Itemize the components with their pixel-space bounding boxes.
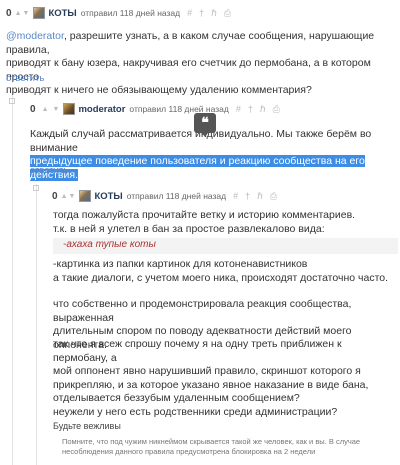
permalink-icon[interactable]: # bbox=[236, 104, 241, 114]
quote-selection-icon[interactable]: ❝ bbox=[194, 113, 216, 137]
permalink-icon[interactable]: # bbox=[233, 191, 238, 201]
comment3-body-part5: неужели у него есть родственники среди а… bbox=[53, 406, 338, 418]
flag-icon[interactable]: † bbox=[245, 191, 250, 201]
comment1-rating: 0 bbox=[6, 7, 12, 19]
comment2-header: 0 ▲ ▼ moderator отправил 118 дней назад … bbox=[30, 103, 280, 115]
collapse-toggle-2[interactable] bbox=[33, 185, 39, 191]
downvote-icon[interactable]: ▼ bbox=[53, 106, 60, 113]
save-icon[interactable]: ⎙ bbox=[270, 191, 277, 202]
comment1-body: @moderator, разрешите узнать, а в каком … bbox=[6, 30, 375, 96]
thread-line-level1 bbox=[12, 92, 13, 465]
permalink-icon[interactable]: # bbox=[187, 8, 192, 18]
comment3-body-part4: так что я всеж спрошу почему я на одну т… bbox=[53, 338, 369, 404]
collapse-toggle-1[interactable] bbox=[9, 98, 15, 104]
save-icon[interactable]: ⎙ bbox=[224, 8, 231, 19]
comment1-header: 0 ▲ ▼ КОТЫ отправил 118 дней назад # † ℏ… bbox=[6, 7, 231, 19]
avatar[interactable] bbox=[63, 103, 76, 115]
comment2-username[interactable]: moderator bbox=[78, 104, 125, 115]
comment3-timestamp[interactable]: отправил 118 дней назад bbox=[127, 191, 226, 201]
save-icon[interactable]: ⎙ bbox=[273, 104, 280, 115]
comment2-rating: 0 bbox=[30, 103, 36, 115]
rule-title: Будьте вежливы bbox=[53, 421, 121, 431]
comment1-timestamp[interactable]: отправил 118 дней назад bbox=[81, 8, 180, 18]
comment1-username[interactable]: КОТЫ bbox=[48, 8, 76, 19]
upvote-icon[interactable]: ▲ bbox=[15, 10, 22, 17]
thread-line-level2 bbox=[36, 184, 37, 465]
comment2-reply-link[interactable]: ответить bbox=[30, 165, 68, 176]
rule-description: Помните, что под чужим никнеймом скрывае… bbox=[62, 437, 361, 456]
hide-icon[interactable]: ℏ bbox=[257, 191, 263, 202]
comment3-header: 0 ▲ ▼ КОТЫ отправил 118 дней назад # † ℏ… bbox=[52, 190, 277, 202]
downvote-icon[interactable]: ▼ bbox=[23, 10, 30, 17]
avatar[interactable] bbox=[79, 190, 92, 202]
upvote-icon[interactable]: ▲ bbox=[61, 193, 68, 200]
comment2-body: Каждый случай рассматривается индивидуал… bbox=[30, 128, 372, 181]
upvote-icon[interactable]: ▲ bbox=[42, 106, 49, 113]
selected-text[interactable]: предыдущее поведение пользователя и реак… bbox=[30, 155, 365, 181]
flag-icon[interactable]: † bbox=[199, 8, 204, 18]
flag-icon[interactable]: † bbox=[248, 104, 253, 114]
comment1-reply-link[interactable]: ответить bbox=[6, 73, 44, 84]
downvote-icon[interactable]: ▼ bbox=[69, 193, 76, 200]
inline-quote: -ахаха тупые коты bbox=[53, 238, 398, 254]
mention-link[interactable]: @moderator bbox=[6, 30, 64, 42]
comment3-username[interactable]: КОТЫ bbox=[94, 191, 122, 202]
comment3-body-part1: тогда пожалуйста прочитайте ветку и исто… bbox=[53, 209, 356, 235]
comment3-body-part2: -картинка из папки картинок для котонена… bbox=[53, 258, 389, 284]
hide-icon[interactable]: ℏ bbox=[211, 8, 217, 19]
comment3-rating: 0 bbox=[52, 190, 58, 202]
avatar[interactable] bbox=[33, 7, 46, 19]
hide-icon[interactable]: ℏ bbox=[260, 104, 266, 115]
